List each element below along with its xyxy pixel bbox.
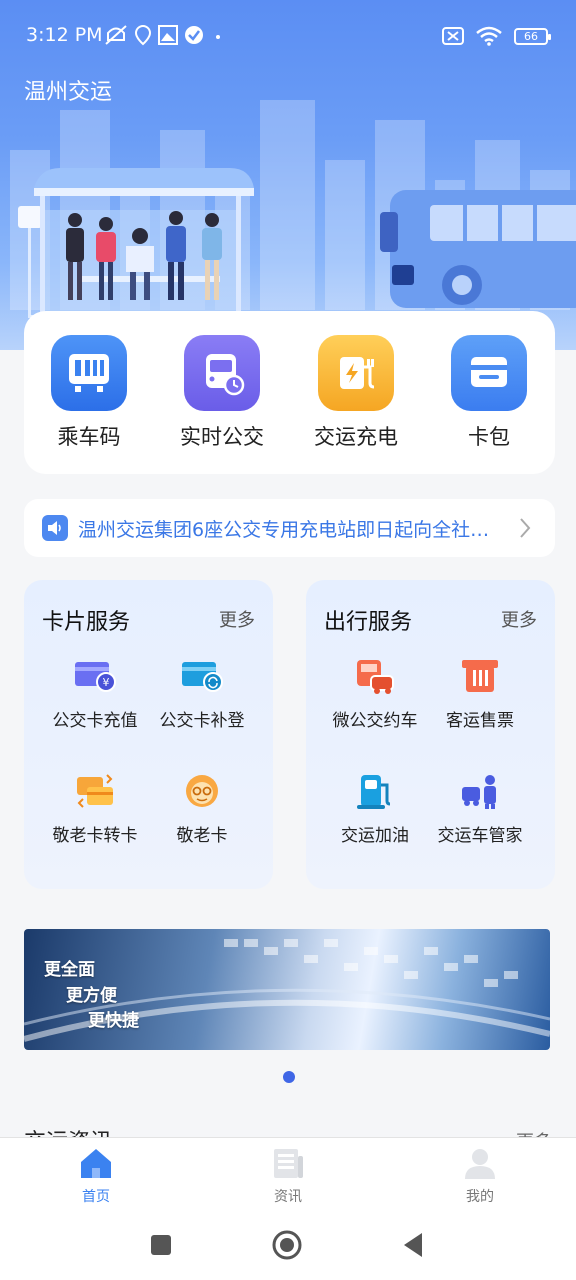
- promo-banner[interactable]: 更全面 更方便 更快捷: [24, 929, 550, 1050]
- fuel-pump-icon: [353, 771, 397, 811]
- header-banner: 3:12 PM 66 温州交运: [0, 0, 576, 350]
- more-link[interactable]: 更多: [219, 606, 255, 632]
- banner-text: 更方便: [66, 986, 117, 1006]
- location-icon: [134, 24, 152, 46]
- chevron-right-icon: [520, 518, 531, 538]
- recent-apps-button[interactable]: [150, 1234, 172, 1256]
- tab-label: 首页: [82, 1189, 110, 1205]
- system-navigation-bar: [0, 1212, 576, 1280]
- home-icon: [81, 1149, 111, 1178]
- service-fuel[interactable]: 交运加油: [321, 771, 429, 846]
- quick-entry-label: 乘车码: [57, 425, 121, 449]
- status-bar: 3:12 PM 66: [0, 0, 576, 72]
- service-senior-card[interactable]: 敬老卡: [148, 771, 256, 846]
- panel-title: 卡片服务: [42, 610, 131, 635]
- tab-label: 资讯: [274, 1189, 302, 1205]
- card-wallet-icon: [451, 335, 527, 411]
- quick-entry-charging[interactable]: 交运充电: [301, 335, 411, 451]
- profile-icon: [465, 1149, 495, 1179]
- service-ticket[interactable]: 客运售票: [426, 656, 534, 731]
- card-recharge-icon: ¥: [73, 656, 117, 696]
- card-resync-icon: [180, 656, 224, 696]
- quick-entry-label: 实时公交: [180, 425, 264, 449]
- card-services-panel: 卡片服务 更多 ¥ 公交卡充值 公交卡补登 敬老卡转卡 敬老卡: [24, 580, 273, 889]
- banner-text: 更快捷: [88, 1011, 139, 1031]
- car-steward-icon: [458, 771, 502, 811]
- charging-station-icon: [318, 335, 394, 411]
- service-label: 客运售票: [446, 711, 514, 731]
- quick-entry-card: 乘车码 实时公交 交运充电 卡包: [24, 311, 555, 474]
- service-micro-bus-booking[interactable]: 微公交约车: [321, 656, 429, 731]
- service-label: 公交卡充值: [52, 711, 138, 731]
- sim-icon: [442, 27, 464, 45]
- senior-card-transfer-icon: [73, 771, 117, 811]
- service-label: 交运加油: [341, 826, 409, 846]
- wifi-icon: [476, 26, 502, 46]
- home-button[interactable]: [272, 1230, 302, 1260]
- realtime-bus-icon: [184, 335, 260, 411]
- quick-entry-label: 交运充电: [314, 425, 398, 449]
- bottom-tab-bar: 首页 资讯 我的: [0, 1137, 576, 1212]
- banner-text: 更全面: [44, 960, 95, 980]
- notification-dot-icon: [216, 35, 220, 39]
- more-link[interactable]: 更多: [501, 606, 537, 632]
- service-card-resync[interactable]: 公交卡补登: [148, 656, 256, 731]
- tab-profile[interactable]: 我的: [430, 1146, 530, 1206]
- service-label: 公交卡补登: [159, 711, 245, 731]
- micro-bus-booking-icon: [353, 656, 397, 696]
- quick-entry-card-wallet[interactable]: 卡包: [434, 335, 544, 451]
- service-car-steward[interactable]: 交运车管家: [426, 771, 534, 846]
- service-label: 敬老卡转卡: [52, 826, 138, 846]
- service-label: 交运车管家: [437, 826, 523, 846]
- quick-entry-label: 卡包: [468, 425, 510, 449]
- service-label: 微公交约车: [332, 711, 418, 731]
- tab-news[interactable]: 资讯: [238, 1146, 338, 1206]
- quick-entry-bus-code[interactable]: 乘车码: [34, 335, 144, 451]
- battery-indicator: 66: [514, 27, 551, 45]
- service-label: 敬老卡: [176, 826, 228, 846]
- back-button[interactable]: [402, 1232, 424, 1258]
- travel-services-panel: 出行服务 更多 微公交约车 客运售票 交运加油 交运车管家: [306, 580, 555, 889]
- bus-qr-icon: [51, 335, 127, 411]
- panel-title: 出行服务: [324, 610, 413, 635]
- svg-text:¥: ¥: [103, 676, 110, 689]
- service-senior-card-transfer[interactable]: 敬老卡转卡: [41, 771, 149, 846]
- service-card-recharge[interactable]: ¥ 公交卡充值: [41, 656, 149, 731]
- photo-icon: [158, 25, 178, 45]
- ticket-icon: [458, 656, 502, 696]
- mute-vibrate-icon: [105, 25, 127, 45]
- tab-home[interactable]: 首页: [46, 1146, 146, 1206]
- quick-entry-realtime-bus[interactable]: 实时公交: [167, 335, 277, 451]
- verified-icon: [185, 26, 203, 44]
- tab-label: 我的: [466, 1189, 494, 1205]
- senior-card-icon: [180, 771, 224, 811]
- announcement-text: 温州交运集团6座公交专用充电站即日起向全社会开放: [78, 518, 502, 541]
- app-title: 温州交运: [24, 80, 113, 105]
- speaker-icon: [42, 515, 68, 541]
- news-icon: [274, 1149, 303, 1178]
- status-time: 3:12 PM: [26, 24, 103, 46]
- carousel-indicator: [283, 1071, 295, 1083]
- announcement-bar[interactable]: 温州交运集团6座公交专用充电站即日起向全社会开放: [24, 499, 555, 557]
